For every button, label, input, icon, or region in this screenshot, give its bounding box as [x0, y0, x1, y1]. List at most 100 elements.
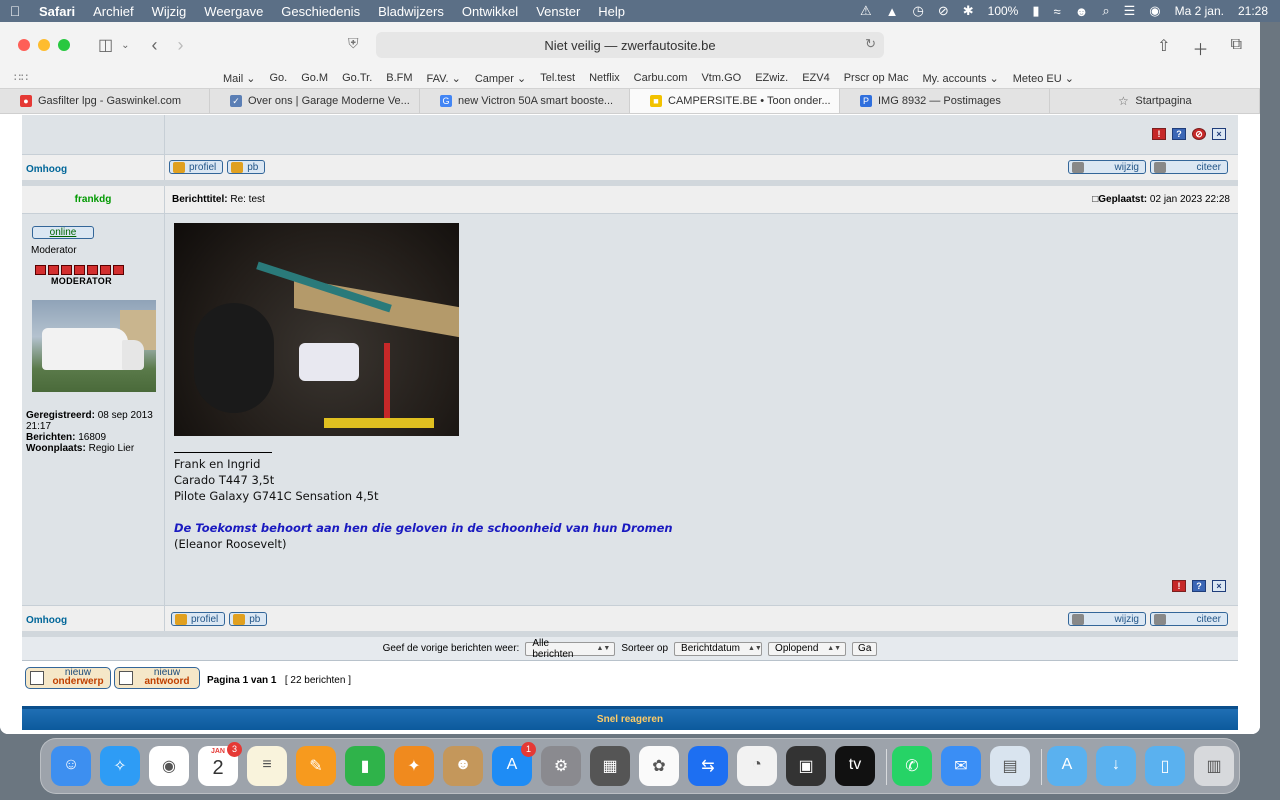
favorite-item[interactable]: Netflix: [589, 72, 620, 85]
contacts-icon[interactable]: ☻: [443, 746, 483, 786]
favorite-item[interactable]: Camper ⌄: [475, 72, 526, 85]
appletv-icon[interactable]: tv: [835, 746, 875, 786]
new-topic-button[interactable]: nieuw onderwerp: [25, 667, 111, 689]
documents-folder-icon[interactable]: ▯: [1145, 746, 1185, 786]
chevron-down-icon[interactable]: ⌄: [121, 40, 129, 51]
browser-tab[interactable]: ■ CAMPERSITE.BE • Toon onder...: [630, 89, 840, 113]
report-icon[interactable]: !: [1152, 128, 1166, 140]
ban-icon[interactable]: ⊘: [1192, 128, 1206, 140]
delete-icon[interactable]: ×: [1212, 580, 1226, 592]
filter-select[interactable]: Alle berichten ▲▼: [525, 638, 616, 660]
siri-icon[interactable]: ◉: [1149, 3, 1160, 19]
post-author[interactable]: frankdg: [22, 186, 164, 205]
reply-button[interactable]: nieuw antwoord: [114, 667, 200, 689]
menu-weergave[interactable]: Weergave: [195, 4, 272, 19]
time-machine-icon[interactable]: ◷: [912, 3, 923, 19]
back-to-top-link[interactable]: Omhoog: [22, 606, 164, 626]
fullscreen-window-button[interactable]: [58, 39, 70, 51]
menu-help[interactable]: Help: [589, 4, 634, 19]
preview-icon[interactable]: ▤: [990, 746, 1030, 786]
favorite-item[interactable]: FAV. ⌄: [427, 72, 461, 85]
applications-folder-icon[interactable]: A: [1047, 746, 1087, 786]
favorite-item[interactable]: Go.: [269, 72, 287, 85]
browser-tab[interactable]: ● Gasfilter lpg - Gaswinkel.com: [0, 89, 210, 113]
minimize-window-button[interactable]: [38, 39, 50, 51]
spotlight-search-icon[interactable]: ⌕: [1102, 3, 1109, 19]
menu-safari[interactable]: Safari: [30, 4, 84, 19]
warning-triangle-icon[interactable]: ▲: [886, 4, 899, 19]
finder-icon[interactable]: ☺: [51, 746, 91, 786]
new-tab-icon[interactable]: ＋: [1193, 36, 1209, 60]
calendar-icon[interactable]: JAN 2 3: [198, 742, 242, 786]
wifi-off-icon[interactable]: ⊘: [938, 3, 949, 19]
forward-icon[interactable]: ›: [178, 35, 184, 56]
browser-tab[interactable]: ✓ Over ons | Garage Moderne Ve...: [210, 89, 420, 113]
favorite-item[interactable]: EZwiz.: [755, 72, 788, 85]
numbers-icon[interactable]: ▮: [345, 746, 385, 786]
sort-select[interactable]: Berichtdatum ▲▼: [674, 641, 763, 656]
favorite-item[interactable]: Prscr op Mac: [844, 72, 909, 85]
clock-icon[interactable]: ◔: [737, 746, 777, 786]
sidebar-toggle-icon[interactable]: ◫: [98, 35, 113, 55]
info-icon[interactable]: ?: [1192, 580, 1206, 592]
favorite-item[interactable]: Go.M: [301, 72, 328, 85]
back-icon[interactable]: ‹: [152, 35, 158, 56]
back-to-top-link[interactable]: Omhoog: [22, 155, 164, 175]
browser-tab[interactable]: Gnew Victron 50A smart booste...: [420, 89, 630, 113]
edit-button[interactable]: wijzig: [1068, 612, 1146, 626]
appstore-icon[interactable]: A1: [492, 742, 536, 786]
mail-icon[interactable]: ✉: [941, 746, 981, 786]
menu-wijzig[interactable]: Wijzig: [143, 4, 196, 19]
menu-venster[interactable]: Venster: [527, 4, 589, 19]
favorite-item[interactable]: Vtm.GO: [701, 72, 741, 85]
favorite-item[interactable]: Tel.test: [540, 72, 575, 85]
photobooth-icon[interactable]: ▣: [786, 746, 826, 786]
address-bar[interactable]: Niet veilig — zwerfautosite.be ↻: [376, 32, 884, 58]
favorite-item[interactable]: B.FM: [386, 72, 412, 85]
menu-bladwijzers[interactable]: Bladwijzers: [369, 4, 453, 19]
browser-tab[interactable]: P IMG 8932 — Postimages: [840, 89, 1050, 113]
pages-icon[interactable]: ✎: [296, 746, 336, 786]
pm-button[interactable]: pb: [229, 612, 268, 626]
browser-tab[interactable]: ☆ Startpagina: [1050, 89, 1260, 113]
bluetooth-icon[interactable]: ✱: [963, 3, 974, 19]
grid-icon[interactable]: ∷∷: [14, 71, 28, 84]
post-image[interactable]: [174, 223, 459, 436]
menubar-time[interactable]: 21:28: [1238, 4, 1268, 18]
delete-icon[interactable]: ×: [1212, 128, 1226, 140]
quote-button[interactable]: citeer: [1150, 160, 1228, 174]
tab-overview-icon[interactable]: ⧉: [1231, 36, 1242, 60]
quote-button[interactable]: citeer: [1150, 612, 1228, 626]
favorite-item[interactable]: EZV4: [802, 72, 830, 85]
user-icon[interactable]: ☻: [1075, 4, 1089, 19]
info-icon[interactable]: ?: [1172, 128, 1186, 140]
order-select[interactable]: Oplopend ▲▼: [768, 641, 847, 656]
safari-icon[interactable]: ✧: [100, 746, 140, 786]
favorite-item[interactable]: Go.Tr.: [342, 72, 372, 85]
profile-button[interactable]: profiel: [171, 612, 226, 626]
online-status[interactable]: online: [32, 226, 94, 239]
chrome-icon[interactable]: ◉: [149, 746, 189, 786]
favorite-item[interactable]: Mail ⌄: [223, 72, 255, 85]
battery-icon[interactable]: ▮: [1032, 3, 1039, 19]
close-window-button[interactable]: [18, 39, 30, 51]
trash-icon[interactable]: ▥: [1194, 746, 1234, 786]
menubar-date[interactable]: Ma 2 jan.: [1175, 4, 1224, 18]
whatsapp-icon[interactable]: ✆: [892, 746, 932, 786]
wifi-icon[interactable]: ≈: [1054, 4, 1061, 19]
favorite-item[interactable]: My. accounts ⌄: [923, 72, 999, 85]
favorite-item[interactable]: Carbu.com: [634, 72, 688, 85]
downloads-folder-icon[interactable]: ↓: [1096, 746, 1136, 786]
report-icon[interactable]: !: [1172, 580, 1186, 592]
teamviewer-icon[interactable]: ⇆: [688, 746, 728, 786]
apple-logo-icon[interactable]: : [0, 3, 30, 19]
reload-icon[interactable]: ↻: [865, 36, 876, 52]
photos-icon[interactable]: ✿: [639, 746, 679, 786]
privacy-shield-icon[interactable]: ⛨: [348, 35, 359, 52]
menu-archief[interactable]: Archief: [84, 4, 142, 19]
quick-reply-bar[interactable]: Snel reageren: [22, 706, 1238, 730]
alert-icon[interactable]: ⚠: [860, 3, 872, 19]
calculator-icon[interactable]: ▦: [590, 746, 630, 786]
notes-icon[interactable]: ≡: [247, 746, 287, 786]
pm-button[interactable]: pb: [227, 160, 266, 174]
